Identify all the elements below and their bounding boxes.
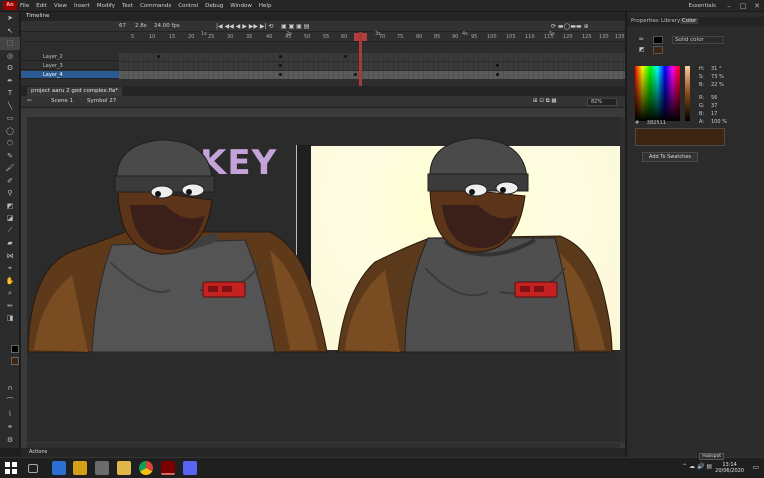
alpha-value[interactable]: 100 % (711, 119, 727, 125)
clock-date: 20/06/2020 (715, 468, 744, 474)
brightness-label: B: (699, 82, 705, 88)
tab-color[interactable]: Color (680, 18, 699, 24)
color-panel: Properties Library Color ✏ ◩ Solid color… (626, 12, 764, 457)
color-preview (635, 128, 725, 146)
fill-color-swatch[interactable] (653, 46, 663, 54)
saturation-label: S: (699, 74, 704, 80)
red-value[interactable]: 56 (711, 95, 717, 101)
notification-label[interactable]: Hubspot (699, 453, 724, 460)
brightness-slider[interactable] (685, 66, 690, 121)
hue-label: H: (699, 66, 705, 72)
clock[interactable]: 13:14 20/06/2020 (715, 462, 744, 474)
vectorian-icon[interactable] (73, 461, 87, 475)
discord-icon[interactable] (183, 461, 197, 475)
tab-properties[interactable]: Properties (631, 18, 659, 24)
blue-value[interactable]: 17 (711, 111, 717, 117)
green-value[interactable]: 37 (711, 103, 717, 109)
actions-panel-tab[interactable]: Actions (21, 448, 625, 457)
fill-bucket-icon[interactable]: ◩ (639, 46, 645, 53)
notifications-icon[interactable]: ▭ (752, 463, 759, 471)
tab-library[interactable]: Library (661, 18, 680, 24)
task-view-icon[interactable] (28, 464, 38, 473)
green-label: G: (699, 103, 705, 109)
saturation-value[interactable]: 73 % (711, 74, 724, 80)
blue-label: B: (699, 111, 705, 117)
actions-label: Actions (29, 449, 48, 455)
animate-taskbar-icon[interactable] (161, 461, 175, 475)
color-spectrum[interactable] (635, 66, 680, 121)
alpha-label: A: (699, 119, 705, 125)
brightness-value[interactable]: 22 % (711, 82, 724, 88)
stroke-pencil-icon[interactable]: ✏ (639, 36, 644, 43)
add-to-swatches-button[interactable]: Add To Swatches (642, 152, 698, 162)
taskbar: Hubspot ⌃ ☁ 🔊 ▤ 13:14 20/06/2020 ▭ (0, 453, 764, 478)
hex-label: # (635, 120, 640, 126)
photos-icon[interactable] (95, 461, 109, 475)
chrome-icon[interactable] (139, 461, 153, 475)
character-left[interactable] (27, 139, 328, 353)
tray-icons[interactable]: ⌃ ☁ 🔊 ▤ (682, 463, 712, 470)
hue-value[interactable]: 31 ° (711, 66, 721, 72)
vertical-scrollbar[interactable] (620, 117, 625, 443)
hex-value[interactable]: 382511 (647, 120, 666, 126)
character-right[interactable] (337, 137, 613, 353)
stroke-color-swatch[interactable] (653, 36, 663, 44)
color-type-dropdown[interactable]: Solid color (672, 36, 724, 44)
panel-tabs: Properties Library Color (627, 17, 764, 26)
store-icon[interactable] (52, 461, 66, 475)
red-label: R: (699, 95, 705, 101)
hex-field: # 382511 (635, 120, 666, 126)
windows-start-icon[interactable] (4, 461, 18, 475)
file-explorer-icon[interactable] (117, 461, 131, 475)
